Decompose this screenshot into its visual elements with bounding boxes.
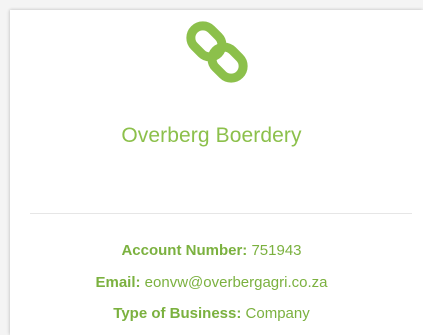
email-label: Email: [95, 274, 141, 291]
account-number-label: Account Number: [121, 242, 248, 259]
account-number-row: Account Number: 751943 [10, 242, 413, 259]
account-card: Overberg Boerdery Account Number: 751943… [10, 10, 423, 335]
company-name: Overberg Boerdery [121, 124, 302, 147]
business-type-label: Type of Business: [113, 305, 242, 322]
divider [30, 213, 412, 214]
business-type-value: Company [245, 305, 310, 322]
email-value: eonvw@overbergagri.co.za [144, 274, 328, 291]
account-number-value: 751943 [251, 242, 302, 259]
chain-link-icon [186, 21, 248, 83]
email-row: Email: eonvw@overbergagri.co.za [10, 274, 413, 291]
business-type-row: Type of Business: Company [10, 305, 413, 322]
